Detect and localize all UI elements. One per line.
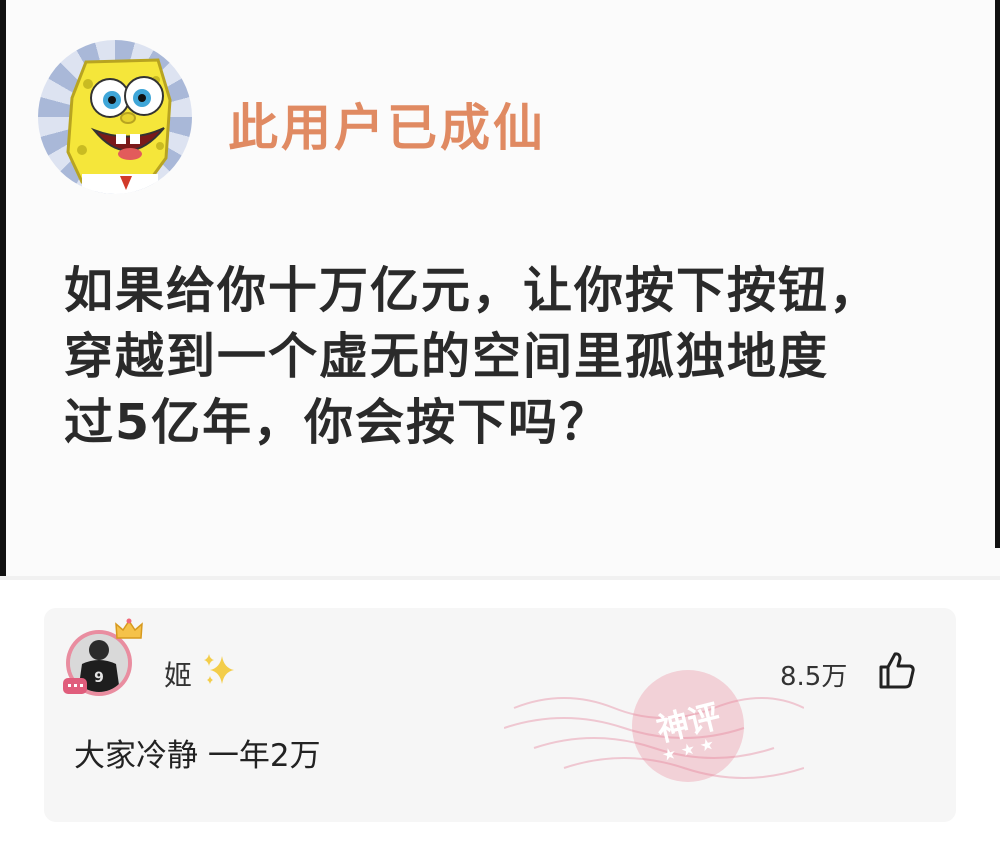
post-text-line: 过5亿年，你会按下吗？ <box>64 394 611 451</box>
jersey-number: 9 <box>94 670 104 686</box>
image-bottom-edge <box>0 576 1000 580</box>
post-text-line: 如果给你十万亿元，让你按下按钮， <box>64 262 881 319</box>
spongebob-avatar-icon <box>38 40 192 194</box>
thumbs-up-icon[interactable] <box>878 650 916 690</box>
stamp-icon: 神评 ★ ★ ★ <box>632 670 744 782</box>
sparkle-icon <box>204 654 234 684</box>
commenter-name[interactable]: 姬 <box>164 654 192 694</box>
post-text-line: 穿越到一个虚无的空间里孤独地度 <box>64 328 830 385</box>
post-author-name: 此用户已成仙 <box>228 99 546 157</box>
badge-icon <box>63 678 87 694</box>
image-edge-left <box>0 0 6 580</box>
comment-text: 大家冷静 一年2万 <box>74 738 321 774</box>
like-count: 8.5万 <box>780 662 848 692</box>
avatar[interactable]: 9 <box>63 618 143 696</box>
image-edge-right <box>995 0 1000 548</box>
top-comment-card[interactable]: 神评 ★ ★ ★ 9 姬 8.5万 大家冷静 一年2万 <box>44 608 956 822</box>
post-image[interactable]: 此用户已成仙 如果给你十万亿元，让你按下按钮， 穿越到一个虚无的空间里孤独地度 … <box>0 0 1000 580</box>
post-text: 如果给你十万亿元，让你按下按钮， 穿越到一个虚无的空间里孤独地度 过5亿年，你会… <box>64 258 974 456</box>
crown-icon <box>115 618 143 639</box>
